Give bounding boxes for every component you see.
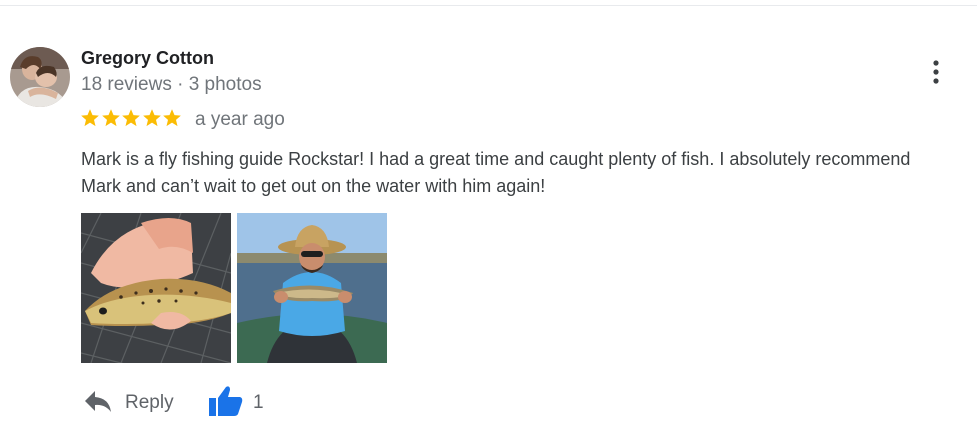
top-divider <box>0 5 977 6</box>
more-vert-icon <box>933 60 939 84</box>
more-options-button[interactable] <box>924 58 948 86</box>
reviewer-avatar[interactable] <box>10 47 70 107</box>
review-text-line: Mark is a fly fishing guide Rockstar! I … <box>81 149 911 169</box>
review-date: a year ago <box>195 109 285 130</box>
like-button[interactable]: 1 <box>208 386 278 416</box>
reviewer-meta: 18 reviews · 3 photos <box>81 74 262 95</box>
star-icon <box>101 109 120 127</box>
star-icon <box>81 109 99 127</box>
thumbs-up-icon <box>209 386 243 416</box>
star-rating <box>80 108 183 130</box>
star-icon <box>122 109 140 127</box>
review-photo-trout-in-hand[interactable] <box>81 213 231 363</box>
review-photo-angler-with-trout[interactable] <box>237 213 387 363</box>
reviewer-name[interactable]: Gregory Cotton <box>81 48 214 69</box>
review-actions: Reply 1 <box>80 386 300 416</box>
reply-button[interactable]: Reply <box>80 386 190 416</box>
like-count: 1 <box>253 392 264 413</box>
star-icon <box>163 109 181 127</box>
reply-label: Reply <box>125 392 174 413</box>
star-icon <box>142 109 161 127</box>
review-text-line: Mark and can’t wait to get out on the wa… <box>81 176 546 196</box>
review-text: Mark is a fly fishing guide Rockstar! I … <box>81 146 977 200</box>
reply-icon <box>85 391 111 412</box>
